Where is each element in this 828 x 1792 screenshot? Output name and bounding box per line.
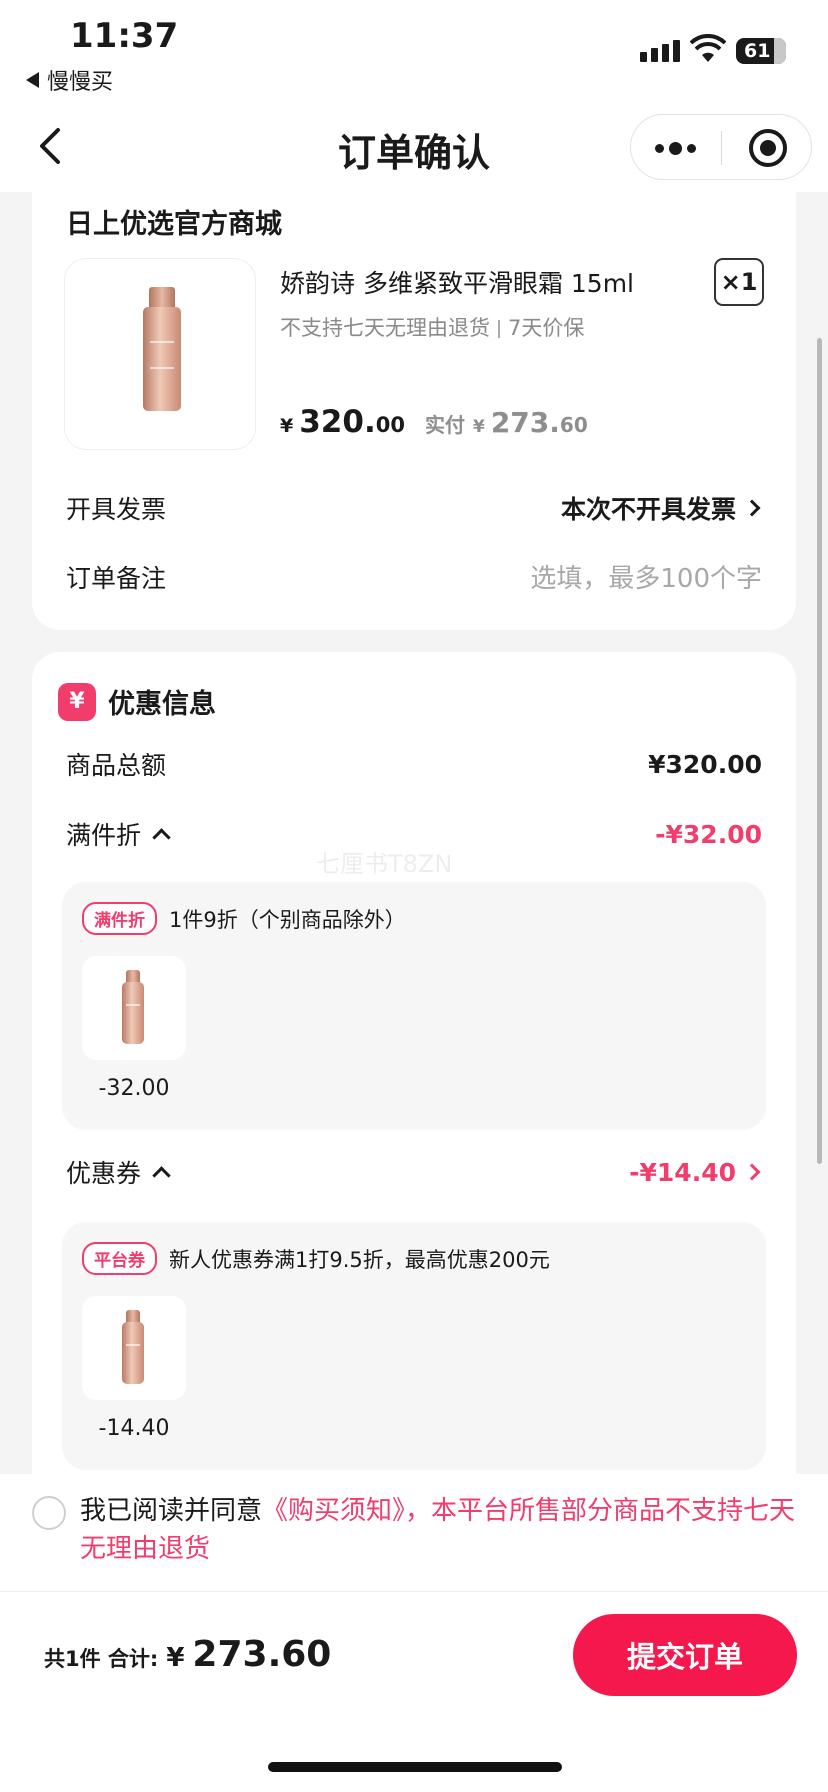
discount-desc: 1件9折（个别商品除外） — [169, 907, 406, 932]
back-to-app-button[interactable]: 慢慢买 — [26, 64, 113, 96]
remark-label: 订单备注 — [66, 563, 167, 593]
agree-radio-icon[interactable] — [32, 1496, 66, 1530]
agreement-text: 我已阅读并同意《购买须知》，本平台所售部分商品不支持七天无理由退货 — [80, 1492, 800, 1568]
coupon-detail-head: 平台券 新人优惠券满1打9.5折，最高优惠200元 — [82, 1242, 550, 1275]
nav-bar: 订单确认 — [0, 100, 828, 192]
agreement-section: 我已阅读并同意《购买须知》，本平台所售部分商品不支持七天无理由退货 — [0, 1474, 828, 1592]
chevron-right-icon — [743, 499, 761, 517]
home-indicator — [268, 1762, 562, 1772]
wifi-icon — [690, 34, 726, 62]
cellular-signal-icon — [640, 40, 680, 62]
goods-total-value: ¥320.00 — [648, 749, 762, 779]
yen-icon: ¥ — [58, 682, 96, 721]
promo-title: ¥ 优惠信息 — [58, 682, 216, 721]
shop-name: 日上优选官方商城 — [66, 209, 282, 240]
discount-value: -¥32.00 — [655, 819, 762, 849]
coupon-label-wrap: 优惠券 — [66, 1154, 171, 1190]
discount-product-thumbnail — [82, 956, 186, 1060]
remark-row: 订单备注 选填，最多100个字 — [66, 558, 762, 595]
order-card: 日上优选官方商城 娇韵诗 多维紧致平滑眼霜 15ml 不支持七天无理由退货 7天价… — [32, 192, 796, 630]
mini-program-capsule — [630, 114, 812, 180]
total-currency: ¥ — [166, 1643, 185, 1673]
status-bar: 11:37 慢慢买 61 — [0, 0, 828, 100]
invoice-value: 本次不开具发票 — [561, 490, 762, 526]
status-time: 11:37 — [70, 16, 179, 56]
coupon-row[interactable]: 优惠券 -¥14.40 — [66, 1154, 762, 1190]
scrollbar[interactable] — [817, 338, 822, 1164]
close-target-icon[interactable] — [749, 129, 787, 167]
price-currency: ¥ — [280, 415, 294, 437]
paid-price: 实付 ¥ 273. 60 — [425, 406, 588, 439]
coupon-tag: 平台券 — [82, 1242, 157, 1275]
total-amount: 273.60 — [192, 1634, 332, 1675]
invoice-row[interactable]: 开具发票 本次不开具发票 — [66, 490, 762, 526]
goods-total-label: 商品总额 — [66, 751, 167, 780]
chevron-up-icon — [152, 1166, 171, 1185]
back-triangle-icon — [26, 72, 39, 88]
product-bottle-image — [122, 1310, 144, 1384]
promo-card: ¥ 优惠信息 商品总额 ¥320.00 满件折 -¥32.00 满件折 1件9折… — [32, 652, 796, 1474]
product-tag-price-protect: 7天价保 — [508, 316, 585, 340]
coupon-value: -¥14.40 — [629, 1158, 762, 1187]
paid-integer: 273. — [490, 406, 560, 439]
discount-label-wrap: 满件折 — [66, 816, 171, 852]
paid-decimal: 60 — [559, 413, 588, 437]
back-app-label: 慢慢买 — [47, 70, 114, 95]
submit-order-button[interactable]: 提交订单 — [573, 1614, 797, 1696]
checkout-bar: 共1件 合计: ¥ 273.60 提交订单 — [0, 1592, 828, 1792]
product-name: 娇韵诗 多维紧致平滑眼霜 15ml — [280, 269, 635, 298]
price-decimal: 00 — [375, 413, 405, 437]
discount-detail-box: 满件折 1件9折（个别商品除外） -32.00 — [62, 882, 766, 1130]
price-row: ¥ 320. 00 实付 ¥ 273. 60 — [280, 404, 588, 440]
promo-title-text: 优惠信息 — [108, 689, 216, 720]
product-bottle-image — [143, 287, 181, 411]
product-bottle-image — [122, 970, 144, 1044]
invoice-value-text: 本次不开具发票 — [560, 495, 736, 524]
goods-total-row: 商品总额 ¥320.00 — [66, 746, 762, 782]
count-label: 共1件 合计: — [44, 1647, 159, 1671]
paid-label: 实付 — [424, 413, 465, 437]
battery-level: 61 — [744, 40, 771, 62]
product-image[interactable] — [64, 258, 256, 450]
chevron-right-icon — [743, 1163, 761, 1181]
discount-item-amount: -32.00 — [98, 1076, 170, 1101]
watermark: 七厘书T8ZN — [316, 850, 453, 878]
coupon-label: 优惠券 — [66, 1159, 142, 1188]
more-dots-icon[interactable] — [655, 138, 701, 158]
scroll-content[interactable]: 日上优选官方商城 娇韵诗 多维紧致平滑眼霜 15ml 不支持七天无理由退货 7天价… — [0, 192, 828, 1474]
quantity-badge[interactable]: ×1 — [714, 258, 764, 306]
coupon-value-text: -¥14.40 — [629, 1157, 736, 1187]
price-integer: 320. — [299, 404, 376, 440]
remark-input[interactable]: 选填，最多100个字 — [530, 558, 762, 595]
agreement-prefix: 我已阅读并同意 — [80, 1496, 263, 1526]
order-total: 共1件 合计: ¥ 273.60 — [44, 1634, 331, 1675]
coupon-desc: 新人优惠券满1打9.5折，最高优惠200元 — [169, 1247, 550, 1272]
coupon-product-thumbnail — [82, 1296, 186, 1400]
battery-icon: 61 — [736, 38, 786, 64]
chevron-up-icon — [152, 828, 171, 847]
product-tags: 不支持七天无理由退货 7天价保 — [280, 312, 584, 342]
coupon-detail-box: 平台券 新人优惠券满1打9.5折，最高优惠200元 -14.40 — [62, 1222, 766, 1470]
invoice-label: 开具发票 — [66, 495, 167, 524]
paid-currency: ¥ — [472, 417, 485, 437]
discount-detail-head: 满件折 1件9折（个别商品除外） — [82, 902, 406, 935]
coupon-item-amount: -14.40 — [98, 1416, 170, 1441]
discount-tag: 满件折 — [82, 902, 157, 935]
discount-label: 满件折 — [66, 821, 142, 850]
product-tag-no-return: 不支持七天无理由退货 — [280, 316, 490, 340]
